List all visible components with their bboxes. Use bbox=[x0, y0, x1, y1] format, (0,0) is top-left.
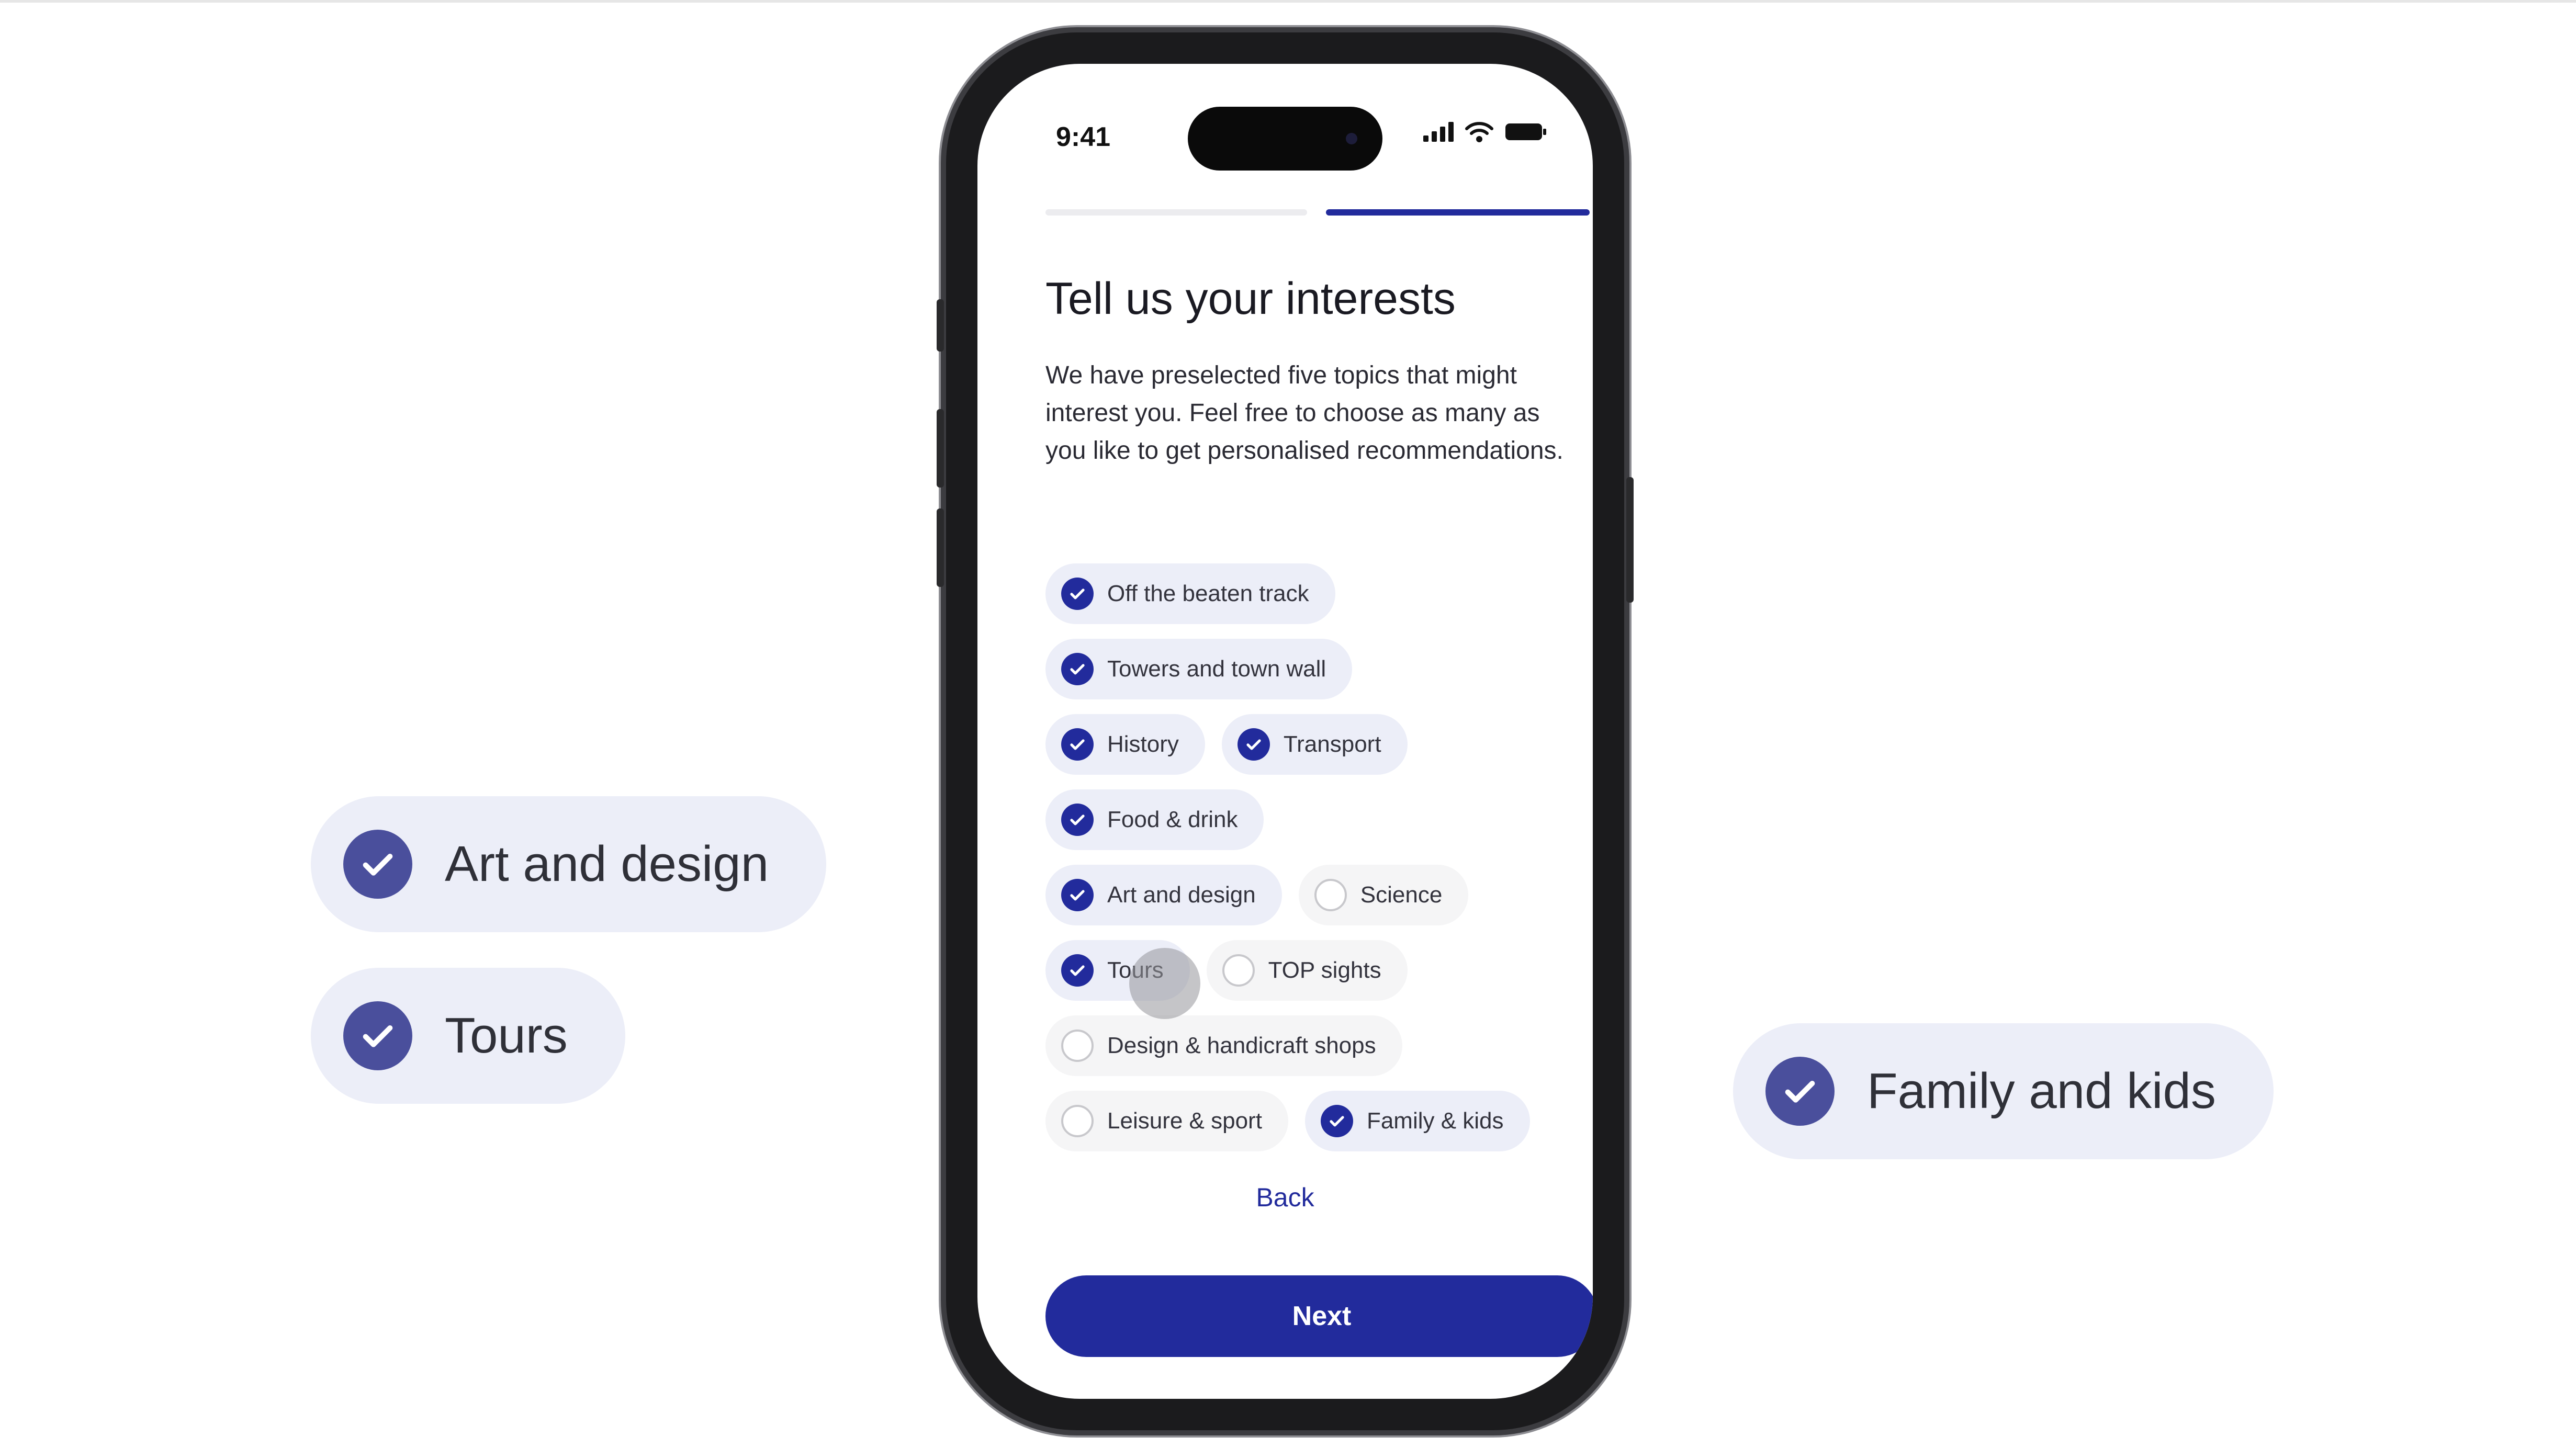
interest-chip-list: Off the beaten track Towers and town wall… bbox=[1045, 563, 1574, 1166]
chip-label: Design & handicraft shops bbox=[1107, 1033, 1376, 1058]
check-circle-icon bbox=[343, 830, 412, 899]
interest-chip-family-and-kids[interactable]: Family & kids bbox=[1304, 1091, 1530, 1151]
interest-chip-history[interactable]: History bbox=[1045, 714, 1205, 775]
checkbox-checked-icon bbox=[1237, 728, 1270, 761]
action-button bbox=[937, 299, 944, 352]
chip-row: Towers and town wall bbox=[1045, 639, 1574, 714]
wifi-icon bbox=[1465, 122, 1493, 142]
checkbox-unchecked-icon bbox=[1061, 1030, 1094, 1062]
touch-indicator bbox=[1129, 948, 1200, 1019]
dynamic-island bbox=[1188, 107, 1382, 171]
interest-chip-design-and-handicraft-shops[interactable]: Design & handicraft shops bbox=[1045, 1015, 1402, 1076]
signal-icon bbox=[1423, 122, 1454, 142]
chip-label: Science bbox=[1360, 882, 1443, 908]
checkbox-unchecked-icon bbox=[1222, 954, 1255, 987]
checkbox-checked-icon bbox=[1061, 653, 1094, 685]
progress-step-2-active bbox=[1326, 209, 1590, 216]
callout-art-and-design: Art and design bbox=[311, 796, 827, 932]
volume-down-button bbox=[937, 508, 944, 587]
chip-row: History Transport bbox=[1045, 714, 1574, 789]
status-icons bbox=[1423, 121, 1547, 142]
checkbox-checked-icon bbox=[1320, 1105, 1353, 1137]
battery-icon bbox=[1505, 123, 1546, 140]
interest-chip-off-the-beaten-track[interactable]: Off the beaten track bbox=[1045, 563, 1335, 624]
check-circle-icon bbox=[343, 1001, 412, 1070]
top-divider bbox=[0, 0, 2576, 3]
volume-up-button bbox=[937, 409, 944, 488]
chip-row: Art and design Science bbox=[1045, 865, 1574, 940]
interest-chip-top-sights[interactable]: TOP sights bbox=[1206, 940, 1408, 1001]
status-time: 9:41 bbox=[1056, 122, 1111, 152]
phone-screen: 9:41 Tell us your interests We have pres… bbox=[977, 64, 1593, 1399]
checkbox-checked-icon bbox=[1061, 879, 1094, 911]
callout-label: Art and design bbox=[445, 836, 769, 892]
checkbox-checked-icon bbox=[1061, 954, 1094, 987]
chip-label: Off the beaten track bbox=[1107, 581, 1309, 606]
interest-chip-science[interactable]: Science bbox=[1298, 865, 1469, 925]
interest-chip-art-and-design[interactable]: Art and design bbox=[1045, 865, 1282, 925]
checkbox-checked-icon bbox=[1061, 578, 1094, 610]
interest-chip-towers-and-town-wall[interactable]: Towers and town wall bbox=[1045, 639, 1353, 699]
chip-label: Transport bbox=[1283, 731, 1381, 757]
callout-tours: Tours bbox=[311, 968, 625, 1104]
chip-label: Leisure & sport bbox=[1107, 1108, 1262, 1134]
callout-label: Tours bbox=[445, 1008, 568, 1064]
chip-row: ToursTOP sights bbox=[1045, 940, 1574, 1015]
chip-row: Off the beaten track bbox=[1045, 563, 1574, 639]
step-progress bbox=[1045, 209, 1590, 216]
checkbox-checked-icon bbox=[1061, 804, 1094, 836]
chip-label: Art and design bbox=[1107, 882, 1256, 908]
chip-label: TOP sights bbox=[1268, 957, 1381, 983]
checkbox-unchecked-icon bbox=[1061, 1105, 1094, 1137]
page-title: Tell us your interests bbox=[1045, 274, 1456, 324]
page-description: We have preselected five topics that mig… bbox=[1045, 361, 1563, 465]
phone-device: 9:41 Tell us your interests We have pres… bbox=[937, 32, 1634, 1430]
callout-label: Family and kids bbox=[1867, 1063, 2216, 1119]
chip-label: History bbox=[1107, 731, 1179, 757]
power-button bbox=[1626, 477, 1634, 603]
interest-chip-leisure-and-sport[interactable]: Leisure & sport bbox=[1045, 1091, 1288, 1151]
checkbox-checked-icon bbox=[1061, 728, 1094, 761]
chip-row: Food & drink bbox=[1045, 789, 1574, 865]
interest-chip-transport[interactable]: Transport bbox=[1221, 714, 1408, 775]
progress-step-1 bbox=[1045, 209, 1307, 216]
checkbox-unchecked-icon bbox=[1314, 879, 1347, 911]
chip-label: Food & drink bbox=[1107, 807, 1238, 832]
chip-row: Design & handicraft shops bbox=[1045, 1015, 1574, 1091]
callout-family-and-kids: Family and kids bbox=[1733, 1023, 2274, 1159]
back-link[interactable]: Back bbox=[977, 1182, 1593, 1213]
interest-chip-food-and-drink[interactable]: Food & drink bbox=[1045, 789, 1264, 850]
camera-icon bbox=[1346, 133, 1357, 144]
check-circle-icon bbox=[1765, 1057, 1835, 1126]
chip-row: Leisure & sport Family & kids bbox=[1045, 1091, 1574, 1166]
chip-label: Towers and town wall bbox=[1107, 656, 1326, 682]
next-button[interactable]: Next bbox=[1045, 1275, 1593, 1357]
chip-label: Family & kids bbox=[1366, 1108, 1504, 1134]
